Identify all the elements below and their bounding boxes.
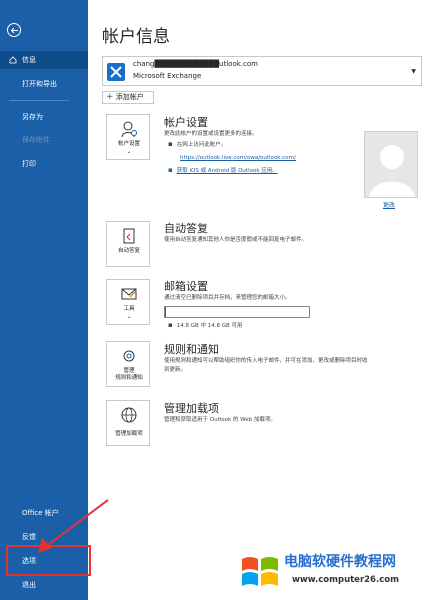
avatar — [364, 131, 418, 198]
tile-label: 管理 — [123, 368, 135, 374]
sidebar-item-open-export[interactable]: 打开和导出 — [0, 75, 88, 93]
section-desc: 使用自动答复通知其他人你是否度假或不能回复电子邮件。 — [164, 237, 308, 243]
mobile-app-link[interactable]: 获取 iOS 或 Android 版 Outlook 应用。 — [177, 168, 278, 174]
plus-icon: + — [106, 92, 114, 102]
sidebar-item-label: 退出 — [22, 581, 36, 589]
section-desc: 管理和获取适用于 Outlook 的 Web 加载项。 — [164, 417, 276, 423]
watermark: 电脑软硬件教程网 www.computer26.com — [238, 548, 440, 598]
sidebar-item-save-as[interactable]: 另存为 — [0, 108, 88, 126]
change-photo-link[interactable]: 更改 — [383, 200, 395, 209]
usage-fill — [165, 307, 167, 317]
chevron-down-icon: ⌄ — [126, 314, 132, 320]
add-account-button[interactable]: + 添加帐户 — [102, 91, 154, 104]
section-desc: 使用规则和通知可以帮助组织你的传入电子邮件，并可在添加、更改或删除项目时收 — [164, 358, 368, 364]
account-email: chang████████████utlook.com — [133, 60, 258, 68]
chevron-down-icon[interactable]: ▼ — [411, 68, 416, 75]
section-desc: 通过清空已删除项目并存档，来管理您的邮箱大小。 — [164, 295, 291, 301]
sidebar-item-label: 打印 — [22, 160, 36, 168]
chevron-down-icon: ⌄ — [126, 149, 132, 155]
auto-reply-icon — [123, 228, 135, 244]
sidebar-item-save-attachments[interactable]: 保存附件 — [0, 131, 88, 149]
globe-icon — [121, 407, 137, 423]
main-content: 帐户信息 chang████████████utlook.com Microso… — [88, 0, 440, 600]
page-title: 帐户信息 — [102, 27, 170, 47]
section-title-auto-reply: 自动答复 — [164, 222, 208, 235]
sidebar-item-print[interactable]: 打印 — [0, 155, 88, 173]
home-icon — [9, 56, 17, 64]
watermark-url: www.computer26.com — [292, 575, 399, 585]
watermark-title: 电脑软硬件教程网 — [284, 554, 396, 570]
annotation-highlight-box — [6, 545, 91, 576]
section-title-addins: 管理加载项 — [164, 402, 219, 415]
section-title-account-settings: 帐户设置 — [164, 116, 208, 129]
tools-mail-icon — [121, 288, 137, 300]
tile-label: 工具 — [123, 306, 135, 312]
mailbox-usage: ▪ 14.8 GB 中 14.8 GB 可用 — [168, 321, 243, 329]
list-item: ▪ 在网上访问此帐户。 — [168, 140, 227, 148]
auto-reply-button[interactable]: 自动答复 — [106, 221, 150, 267]
rules-gear-icon — [123, 350, 135, 362]
tile-label: 自动答复 — [117, 248, 140, 254]
section-title-mailbox: 邮箱设置 — [164, 280, 208, 293]
section-title-rules: 规则和通知 — [164, 343, 219, 356]
user-gear-icon — [121, 121, 137, 138]
owa-link[interactable]: https://outlook.live.com/owa/outlook.com… — [180, 155, 296, 161]
back-arrow-icon[interactable] — [7, 23, 21, 37]
account-selector[interactable]: chang████████████utlook.com Microsoft Ex… — [102, 56, 422, 86]
avatar-placeholder-icon — [369, 145, 415, 197]
sidebar-item-label: 保存附件 — [22, 136, 50, 144]
mailbox-tools-button[interactable]: 工具 ⌄ — [106, 279, 150, 325]
windows-logo-icon — [242, 557, 278, 586]
tile-label: 管理加载项 — [115, 431, 143, 437]
manage-addins-button[interactable]: 管理加载项 — [106, 400, 150, 446]
sidebar-item-info[interactable]: 信息 — [0, 51, 88, 69]
account-settings-button[interactable]: 帐户设置 ⌄ — [106, 114, 150, 160]
account-type: Microsoft Exchange — [133, 72, 202, 80]
list-item: ▪ 获取 iOS 或 Android 版 Outlook 应用。 — [168, 166, 278, 174]
exchange-logo-icon — [107, 63, 125, 81]
rules-alerts-button[interactable]: 管理 规则和通知 — [106, 341, 150, 387]
tile-label: 规则和通知 — [115, 375, 143, 381]
section-desc: 到更新。 — [164, 367, 187, 373]
add-account-label: 添加帐户 — [115, 93, 144, 101]
sidebar-item-label: 另存为 — [22, 113, 43, 121]
tile-label: 帐户设置 — [117, 141, 140, 147]
mailbox-usage-bar — [164, 306, 310, 318]
sidebar-item-exit[interactable]: 退出 — [0, 576, 88, 594]
sidebar-divider — [9, 100, 69, 101]
sidebar-item-label: 信息 — [22, 56, 36, 64]
sidebar-item-label: 打开和导出 — [22, 80, 57, 88]
